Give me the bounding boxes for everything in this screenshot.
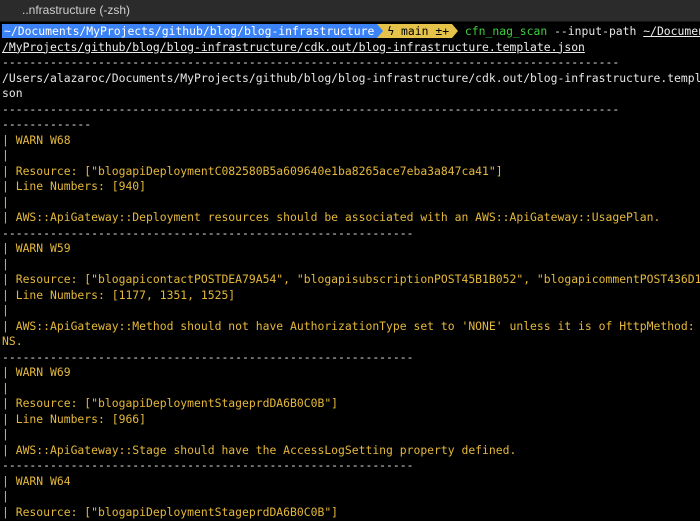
warning-id: | WARN W68 — [2, 132, 71, 147]
warning-message: | AWS::ApiGateway::Stage should have the… — [2, 442, 517, 457]
warning-id: | WARN W64 — [2, 473, 71, 488]
warning-message: | AWS::ApiGateway::Deployment resources … — [2, 210, 661, 224]
prompt-git-segment: ϟ main ±+ — [383, 24, 453, 38]
prompt-line: ~/Documents/MyProjects/github/blog/blog-… — [2, 24, 700, 40]
warning-resource: | Resource: ["blogapiDeploymentStageprdD… — [2, 396, 339, 410]
warning-blank: | — [2, 194, 9, 209]
warning-separator: ----------------------------------------… — [2, 225, 414, 240]
warning-id: | WARN W59 — [2, 241, 71, 255]
window-title: ..nfrastructure (-zsh) — [22, 3, 131, 17]
warning-blank: | — [2, 380, 9, 395]
powerline-arrow-icon — [452, 24, 459, 38]
terminal-output[interactable]: ~/Documents/MyProjects/github/blog/blog-… — [0, 22, 700, 521]
warning-resource: | Resource: ["blogapiDeploymentC082580B5… — [2, 163, 503, 178]
warning-line-numbers: | Line Numbers: [940] — [2, 179, 147, 193]
window-titlebar[interactable]: ..nfrastructure (-zsh) — [0, 0, 700, 22]
separator-line-continued: ------------- — [2, 117, 92, 131]
command-path-arg-continued: /MyProjects/github/blog/blog-infrastruct… — [2, 39, 585, 54]
warning-id: | WARN W69 — [2, 365, 71, 379]
warning-blank: | — [2, 303, 9, 317]
separator-line: ----------------------------------------… — [2, 55, 620, 69]
git-branch-icon: ϟ — [387, 24, 395, 38]
warning-message: | AWS::ApiGateway::Method should not hav… — [2, 318, 700, 333]
warning-line-numbers: | Line Numbers: [1177, 1351, 1525] — [2, 287, 236, 302]
command-name: cfn_nag_scan — [464, 24, 548, 38]
prompt-path-segment: ~/Documents/MyProjects/github/blog/blog-… — [2, 24, 378, 38]
separator-line: ----------------------------------------… — [2, 101, 620, 116]
scanned-file-path-continued: son — [2, 86, 23, 100]
warning-resource: | Resource: ["blogapicontactPOSTDEA79A54… — [2, 272, 700, 286]
warning-separator: ----------------------------------------… — [2, 458, 414, 472]
warning-separator: ----------------------------------------… — [2, 349, 414, 364]
warning-blank: | — [2, 256, 9, 271]
warning-blank: | — [2, 427, 9, 441]
prompt-line-continued: /MyProjects/github/blog/blog-infrastruct… — [2, 40, 700, 56]
warning-message-continued: NS. — [2, 334, 23, 348]
command-flag: --input-path — [547, 24, 644, 38]
warning-line-numbers: | Line Numbers: [966] — [2, 411, 147, 426]
git-branch-label: main ±+ — [401, 24, 450, 38]
warning-blank: | — [2, 489, 9, 503]
scanned-file-path: /Users/alazaroc/Documents/MyProjects/git… — [2, 70, 700, 85]
warning-blank: | — [2, 148, 9, 162]
warning-resource: | Resource: ["blogapiDeploymentStageprdD… — [2, 504, 339, 519]
command-path-arg: ~/Documents — [643, 24, 700, 38]
